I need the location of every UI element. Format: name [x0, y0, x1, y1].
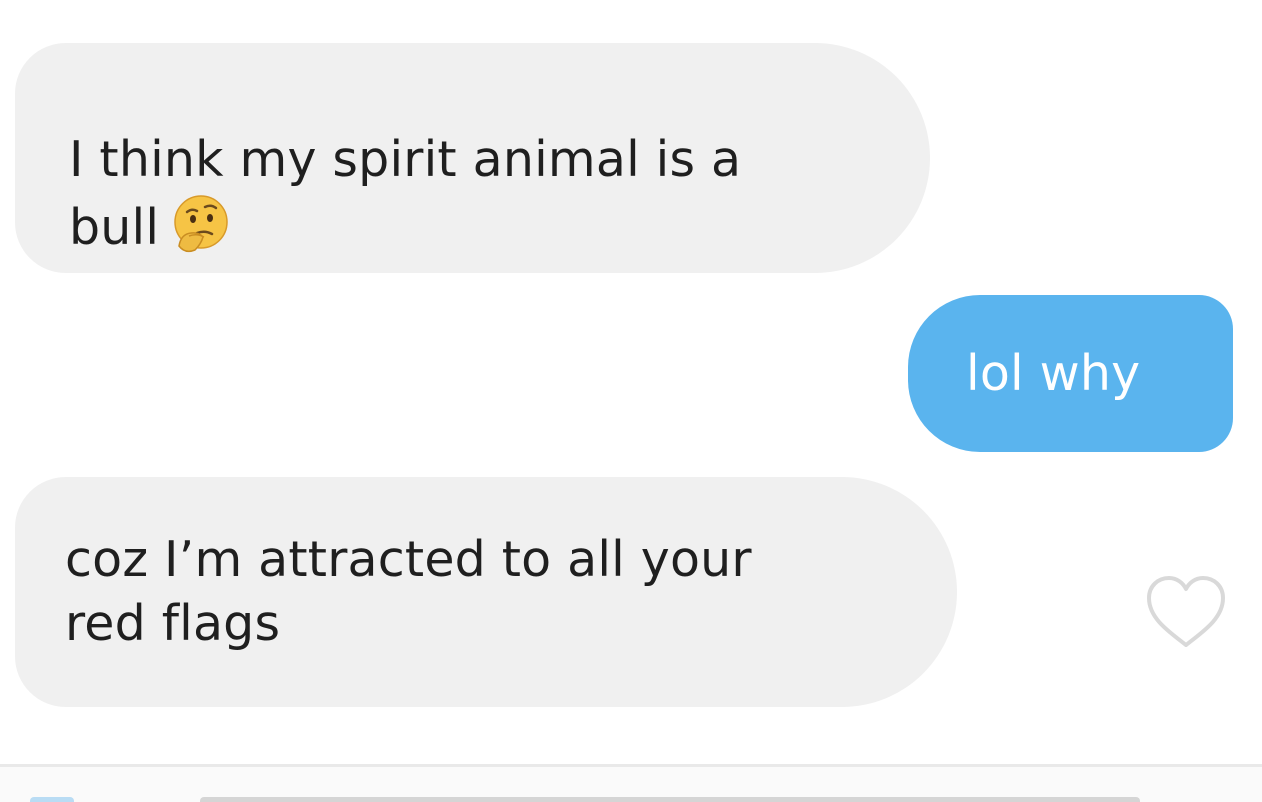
message-text: bull	[69, 199, 160, 256]
message-input[interactable]	[200, 797, 1140, 802]
message-text: lol why	[966, 344, 1141, 402]
message-text-line: red flags	[65, 595, 281, 652]
composer-action-button[interactable]	[30, 797, 74, 802]
incoming-message-bubble[interactable]: coz I’m attracted to all your red flags	[15, 477, 957, 707]
message-text-line: I think my spirit animal is a	[69, 131, 742, 188]
thinking-face-icon	[174, 195, 228, 253]
heart-outline-icon[interactable]	[1142, 571, 1230, 651]
outgoing-message-bubble[interactable]: lol why	[908, 295, 1233, 452]
chat-thread: I think my spirit animal is a bull lol w…	[0, 0, 1262, 802]
message-text-line: coz I’m attracted to all your	[65, 531, 752, 588]
message-text-line: bull	[69, 192, 890, 260]
incoming-message-bubble[interactable]: I think my spirit animal is a bull	[15, 43, 930, 273]
